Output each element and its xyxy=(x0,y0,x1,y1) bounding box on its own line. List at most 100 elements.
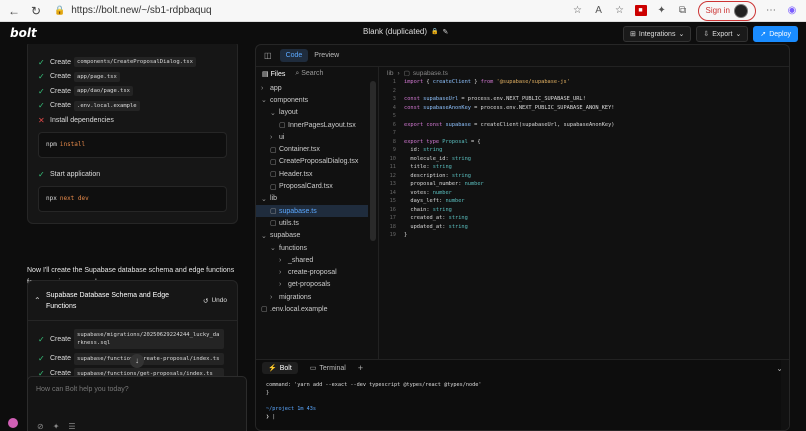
chevron-right-icon: › xyxy=(279,281,282,289)
sign-in-button[interactable]: Sign in xyxy=(697,0,756,21)
app-header: bolt Blank (duplicated) 🔒 ✎ ⊞ Integration… xyxy=(0,22,806,44)
tree-folder[interactable]: ⌄ functions xyxy=(256,242,378,254)
tree-file[interactable]: ▢ InnerPagesLayout.tsx xyxy=(256,119,378,131)
code-token: updated_at: xyxy=(404,223,449,230)
tree-label: components xyxy=(270,96,309,104)
line-number: 15 xyxy=(389,198,396,204)
tree-label: lib xyxy=(270,195,278,203)
code-token: import xyxy=(404,79,427,85)
lock-icon: 🔒 xyxy=(431,29,439,35)
tree-folder[interactable]: ⌄ lib xyxy=(256,193,378,205)
export-button[interactable]: ⇩ Export ⌄ xyxy=(696,26,749,42)
code-token: string xyxy=(448,223,468,230)
line-number: 7 xyxy=(392,130,396,136)
code-token: } xyxy=(404,232,408,238)
step-item: ✓ Create .env.local.example xyxy=(28,99,237,114)
tree-folder[interactable]: ⌄ supabase xyxy=(256,230,378,242)
file-icon: ▢ xyxy=(270,146,277,154)
tree-folder[interactable]: ⌄ layout xyxy=(256,107,378,119)
code-editor[interactable]: lib › ▢ supabase.ts 1 import { createClient … xyxy=(379,67,789,379)
tree-folder[interactable]: › get-proposals xyxy=(256,279,378,291)
reload-icon[interactable]: ↻ xyxy=(28,3,44,19)
workbench: ◫ Code Preview ▤ Files ⌕ Search › app ⌄ com… xyxy=(255,44,790,431)
tree-folder[interactable]: › _shared xyxy=(256,254,378,266)
search-tab[interactable]: ⌕ Search xyxy=(295,70,323,78)
tree-label: migrations xyxy=(279,293,312,301)
code-text: molecule_id: string xyxy=(404,156,471,165)
copilot-icon[interactable]: ◉ xyxy=(786,5,798,16)
chevron-up-icon[interactable]: ⌃ xyxy=(34,296,46,305)
chevron-down-icon: ⌄ xyxy=(270,245,276,252)
chat-panel: ✓ Create components/CreateProposalDialog.t… xyxy=(0,44,255,431)
editor-scrollbar[interactable] xyxy=(781,67,789,379)
integrations-button[interactable]: ⊞ Integrations ⌄ xyxy=(623,26,692,42)
code-text: proposal_number: number xyxy=(404,181,483,190)
line-number: 3 xyxy=(392,96,396,102)
code-line: 13 proposal_number: number xyxy=(379,181,789,190)
file-tree-scrollbar[interactable] xyxy=(368,67,378,379)
bolt-avatar-icon[interactable] xyxy=(8,418,18,428)
tree-file[interactable]: ▢ Header.tsx xyxy=(256,168,378,180)
code-text: chain: string xyxy=(404,206,451,216)
terminal-tabs: ⚡ Bolt ▭ Terminal + ⌄ xyxy=(256,360,789,376)
prompt-input[interactable]: How can Bolt help you today? xyxy=(28,377,246,402)
extension-icon[interactable]: ■ xyxy=(634,5,647,16)
scroll-down-button[interactable]: ↓ xyxy=(130,354,144,368)
panel-toggle-icon[interactable]: ◫ xyxy=(264,51,272,60)
address-bar[interactable]: 🔒 https://bolt.new/~/sb1-rdpbaquq xyxy=(54,3,572,19)
tree-folder[interactable]: ⌄ components xyxy=(256,94,378,106)
puzzle-icon[interactable]: ✦ xyxy=(656,5,668,16)
tab-bolt-terminal[interactable]: ⚡ Bolt xyxy=(262,362,298,374)
tree-folder[interactable]: › create-proposal xyxy=(256,266,378,278)
code-text: const supabaseAnonKey = process.env.NEXT… xyxy=(404,105,615,114)
undo-button[interactable]: ↺ Undo xyxy=(203,297,227,305)
code-token: = { xyxy=(467,138,481,145)
menu-icon[interactable]: ⋯ xyxy=(765,5,777,16)
tree-file[interactable]: ▢ supabase.ts xyxy=(256,204,378,218)
check-icon: ✓ xyxy=(38,101,45,111)
tab-terminal[interactable]: ▭ Terminal xyxy=(304,362,352,374)
tree-folder[interactable]: › app xyxy=(256,82,378,94)
code-token: votes: xyxy=(404,189,433,196)
code-token: const xyxy=(404,96,424,102)
avatar xyxy=(734,3,748,18)
tab-preview[interactable]: Preview xyxy=(308,49,345,62)
tree-folder[interactable]: › ui xyxy=(256,131,378,143)
files-tab[interactable]: ▤ Files xyxy=(262,70,285,78)
tree-file[interactable]: ▢ ProposalCard.tsx xyxy=(256,180,378,192)
attach-icon[interactable]: ⊘ xyxy=(37,422,44,431)
step-label: Create xyxy=(50,87,72,95)
read-aloud-icon[interactable]: A xyxy=(593,5,605,16)
bolt-logo[interactable]: bolt xyxy=(10,26,37,40)
code-token: = process.env.NEXT_PUBLIC_SUPABASE_URL! xyxy=(458,96,586,102)
step-label: Create xyxy=(50,73,72,81)
terminal-scrollbar[interactable] xyxy=(781,360,789,430)
code-token: createClient xyxy=(432,79,471,85)
code-text: updated_at: string xyxy=(404,223,468,233)
tree-folder[interactable]: › migrations xyxy=(256,291,378,303)
collections-icon[interactable]: ⧉ xyxy=(677,5,689,16)
enhance-icon[interactable]: ✦ xyxy=(53,422,60,431)
tab-code[interactable]: Code xyxy=(279,49,309,62)
bookmark-icon[interactable]: ☆ xyxy=(572,5,584,16)
step-file: supabase/migrations/20250629224244_lucky… xyxy=(74,329,225,349)
favorite-icon[interactable]: ☆ xyxy=(614,5,626,16)
line-number: 18 xyxy=(389,223,396,230)
discuss-icon[interactable]: ☰ xyxy=(68,422,75,431)
back-icon[interactable]: ← xyxy=(6,3,22,19)
tree-file[interactable]: ▢ Container.tsx xyxy=(256,143,378,155)
code-token: export const xyxy=(404,121,446,128)
tree-file[interactable]: ▢ CreateProposalDialog.tsx xyxy=(256,156,378,168)
chevron-right-icon: › xyxy=(270,293,273,301)
project-title[interactable]: Blank (duplicated) 🔒 ✎ xyxy=(363,27,448,36)
tree-file[interactable]: ▢ utils.ts xyxy=(256,217,378,229)
code-token: supabase xyxy=(445,121,471,128)
terminal-line: ❯ | xyxy=(266,414,276,420)
code-token: description: xyxy=(404,172,452,179)
tree-label: Container.tsx xyxy=(279,146,320,154)
tree-file[interactable]: ▢ .env.local.example xyxy=(256,303,378,315)
add-terminal-button[interactable]: + xyxy=(358,363,363,373)
terminal-panel: ⚡ Bolt ▭ Terminal + ⌄ command: 'yarn add -… xyxy=(256,359,789,430)
code-token: chain: xyxy=(404,206,433,213)
deploy-button[interactable]: ➚ Deploy xyxy=(753,26,798,42)
